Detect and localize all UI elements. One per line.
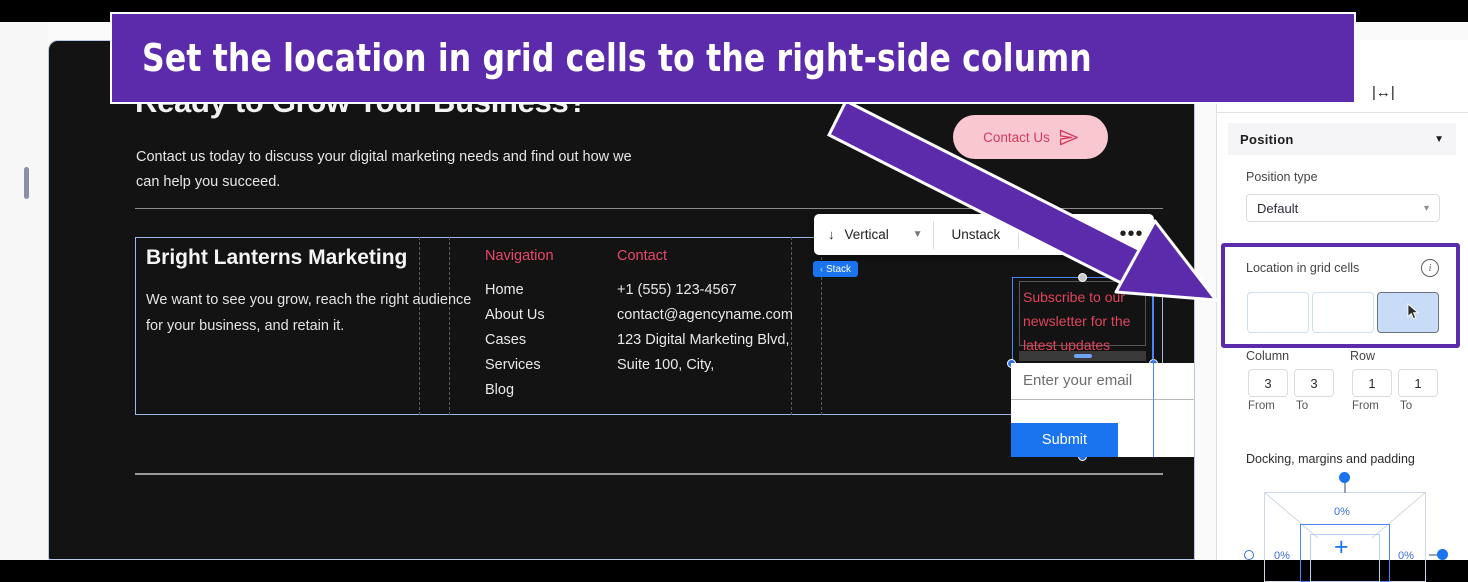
footer-contact-email: contact@agencyname.com <box>617 307 793 323</box>
column-to-value: 3 <box>1310 375 1318 391</box>
chevron-down-icon: ▾ <box>1423 202 1429 214</box>
chevron-down-icon: ▼ <box>912 229 923 240</box>
row-label: Row <box>1350 349 1376 363</box>
footer-link-blog[interactable]: Blog <box>485 382 514 398</box>
docking-left-value[interactable]: 0% <box>1274 550 1290 562</box>
submit-button[interactable]: Submit <box>1011 423 1118 457</box>
mouse-pointer-icon <box>1407 303 1420 320</box>
left-rail-resize-handle[interactable] <box>24 167 29 199</box>
selection-handle-top[interactable] <box>1078 273 1087 282</box>
column-to-input[interactable]: 3 <box>1294 369 1334 397</box>
row-from-label: From <box>1352 400 1379 412</box>
align-button[interactable] <box>1019 214 1064 255</box>
stack-toolbar[interactable]: ↓ Vertical ▼ Unstack ? ••• <box>814 214 1154 255</box>
position-type-value: Default <box>1257 200 1299 216</box>
stack-badge-label: Stack <box>826 263 852 275</box>
footer-brand-tagline: We want to see you grow, reach the right… <box>146 292 472 334</box>
design-canvas[interactable]: Ready to Grow Your Business? Contact us … <box>48 40 1195 560</box>
info-icon[interactable]: i <box>1421 259 1439 277</box>
column-from-label: From <box>1248 400 1275 412</box>
row-to-input[interactable]: 1 <box>1398 369 1438 397</box>
grid-cell-2[interactable] <box>1312 292 1374 333</box>
docking-top-value[interactable]: 0% <box>1334 506 1350 518</box>
subscribe-right-guide <box>1153 277 1154 457</box>
grid-guide-3 <box>791 237 792 415</box>
more-options-button[interactable]: ••• <box>1109 214 1154 255</box>
docking-left-pin[interactable] <box>1244 550 1254 560</box>
footer-link-home[interactable]: Home <box>485 282 524 298</box>
footer-link-about-us[interactable]: About Us <box>485 307 545 323</box>
submit-label: Submit <box>1041 432 1088 448</box>
caret-down-icon[interactable]: ▼ <box>1434 134 1444 145</box>
column-label: Column <box>1246 349 1290 363</box>
stack-badge[interactable]: ‹ Stack <box>813 261 859 277</box>
grid-location-label: Location in grid cells <box>1246 261 1360 275</box>
left-rail <box>0 22 48 560</box>
more-options-icon: ••• <box>1119 223 1144 245</box>
stack-direction-select[interactable]: ↓ Vertical ▼ <box>814 227 933 242</box>
grid-cell-1[interactable] <box>1247 292 1309 333</box>
position-type-select[interactable]: Default ▾ <box>1246 194 1440 222</box>
properties-panel-border <box>1216 40 1217 560</box>
help-label: ? <box>1082 225 1092 243</box>
section-header-position[interactable]: Position ▼ <box>1228 123 1456 155</box>
docking-right-value[interactable]: 0% <box>1398 550 1414 562</box>
hero-subtitle: Contact us today to discuss your digital… <box>136 149 632 190</box>
docking-top-pin[interactable] <box>1339 472 1350 483</box>
canvas-inner: Ready to Grow Your Business? Contact us … <box>49 41 1194 559</box>
chevron-left-icon: ‹ <box>820 264 823 274</box>
column-to-label: To <box>1296 400 1309 412</box>
stack-direction-label: Vertical <box>844 227 889 242</box>
docking-label: Docking, margins and padding <box>1246 452 1415 466</box>
paper-plane-icon <box>1059 129 1078 145</box>
footer-brand: Bright Lanterns Marketing <box>146 246 408 269</box>
screenshot-root: Ready to Grow Your Business? Contact us … <box>0 0 1468 582</box>
callout-banner: Set the location in grid cells to the ri… <box>110 12 1356 104</box>
column-from-input[interactable]: 3 <box>1248 369 1288 397</box>
subscribe-resize-bar[interactable] <box>1019 351 1146 361</box>
fit-width-icon[interactable]: |↔| <box>1372 84 1395 101</box>
footer-contact-address-2: Suite 100, City, <box>617 357 715 373</box>
footer-link-services[interactable]: Services <box>485 357 541 373</box>
footer-contact-phone: +1 (555) 123-4567 <box>617 282 737 298</box>
footer-contact-address-1: 123 Digital Marketing Blvd, <box>617 332 790 348</box>
plus-icon[interactable]: + <box>1334 535 1349 560</box>
row-to-label: To <box>1400 400 1413 412</box>
section-title: Position <box>1240 131 1294 147</box>
help-button[interactable]: ? <box>1064 214 1109 255</box>
row-from-input[interactable]: 1 <box>1352 369 1392 397</box>
footer-heading-contact: Contact <box>617 248 667 264</box>
resize-grip-icon <box>1073 354 1092 358</box>
arrow-down-icon: ↓ <box>828 227 835 242</box>
hero-divider <box>135 208 1163 209</box>
docking-diagram[interactable]: 0% 0% 0% + <box>1244 472 1448 582</box>
subscribe-text: Subscribe to our newsletter for the late… <box>1023 289 1131 353</box>
contact-us-label: Contact Us <box>983 129 1050 145</box>
callout-text: Set the location in grid cells to the ri… <box>142 36 1092 80</box>
position-type-label: Position type <box>1246 170 1318 184</box>
contact-us-button[interactable]: Contact Us <box>953 115 1108 159</box>
unstack-label: Unstack <box>951 227 1001 242</box>
unstack-button[interactable]: Unstack <box>933 214 1018 255</box>
column-from-value: 3 <box>1264 375 1272 391</box>
footer-bottom-divider <box>135 473 1163 475</box>
footer-heading-navigation: Navigation <box>485 248 554 264</box>
email-form-divider <box>1011 399 1194 400</box>
row-from-value: 1 <box>1368 375 1376 391</box>
footer-link-cases[interactable]: Cases <box>485 332 526 348</box>
email-input[interactable]: Enter your email <box>1023 372 1132 389</box>
row-to-value: 1 <box>1414 375 1422 391</box>
docking-right-pin[interactable] <box>1437 549 1448 560</box>
